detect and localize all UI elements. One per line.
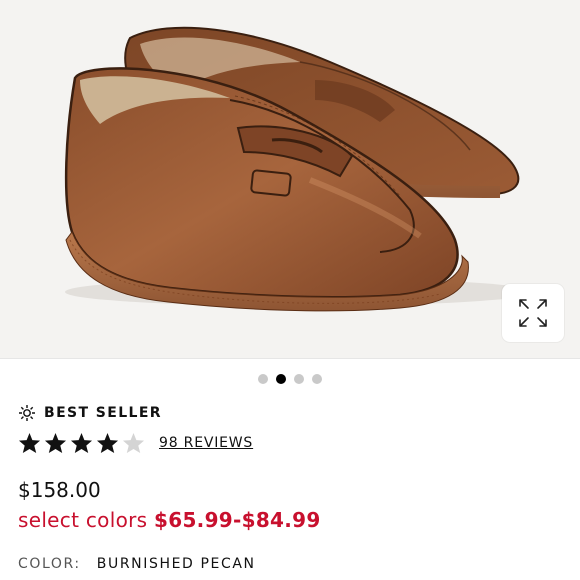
- product-image[interactable]: [0, 0, 580, 358]
- carousel-dot-active[interactable]: [276, 374, 286, 384]
- expand-image-button[interactable]: [502, 284, 564, 342]
- rating-row: 98 REVIEWS: [18, 430, 253, 456]
- best-seller-badge: BEST SELLER: [18, 403, 162, 423]
- sale-price-line: select colors $65.99-$84.99: [18, 508, 321, 532]
- sale-price-range: $65.99-$84.99: [154, 508, 321, 532]
- star-filled-icon: [44, 432, 67, 454]
- badge-label: BEST SELLER: [44, 405, 162, 421]
- carousel-pagination: [0, 374, 580, 386]
- color-label: COLOR:: [18, 556, 81, 572]
- sale-prefix: select colors: [18, 508, 148, 532]
- product-price: $158.00: [18, 478, 101, 502]
- carousel-dot[interactable]: [294, 374, 304, 384]
- product-image-gallery[interactable]: [0, 0, 580, 358]
- color-selection: COLOR: BURNISHED PECAN: [18, 556, 256, 572]
- carousel-dot[interactable]: [258, 374, 268, 384]
- expand-arrows-icon: [519, 299, 547, 327]
- color-value: BURNISHED PECAN: [96, 556, 256, 572]
- star-filled-icon: [70, 432, 93, 454]
- star-filled-icon: [96, 432, 119, 454]
- star-filled-icon: [18, 432, 41, 454]
- reviews-link[interactable]: 98 REVIEWS: [159, 435, 253, 451]
- carousel-dot[interactable]: [312, 374, 322, 384]
- sparkle-badge-icon: [19, 405, 35, 421]
- image-divider: [0, 358, 580, 359]
- star-empty-icon: [122, 432, 145, 454]
- star-rating: [18, 432, 145, 454]
